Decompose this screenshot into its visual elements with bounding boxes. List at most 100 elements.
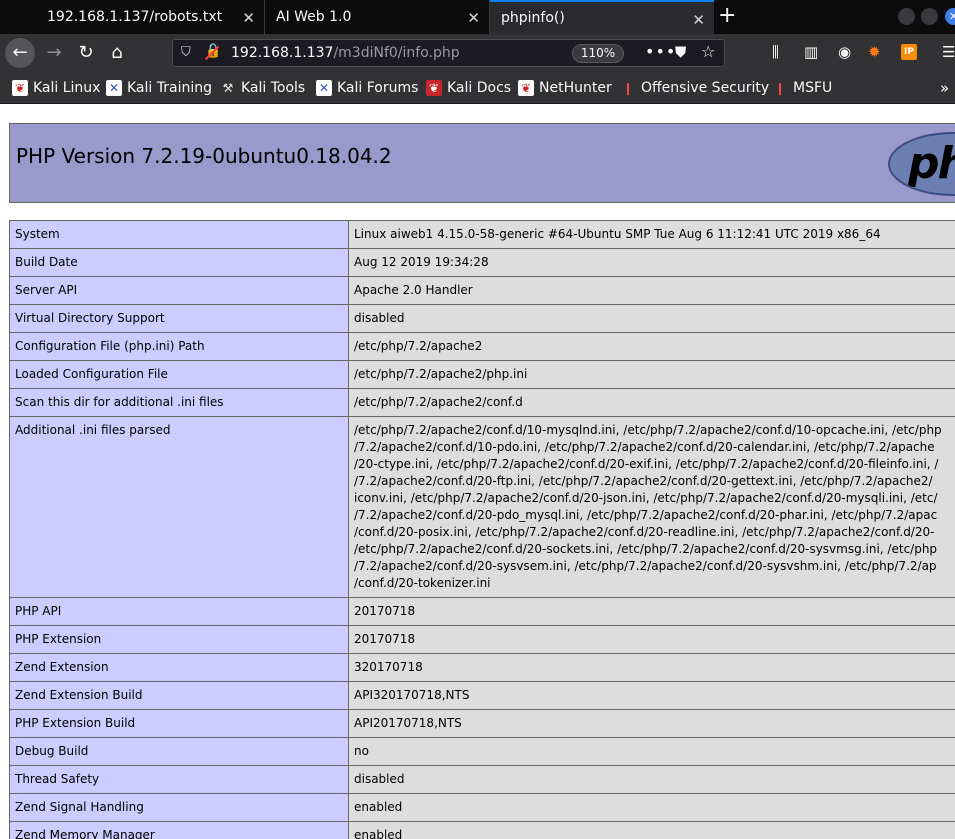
minimize-icon[interactable] (898, 8, 915, 25)
home-icon[interactable]: ⌂ (103, 38, 131, 68)
php-logo[interactable]: php (888, 132, 955, 196)
ip-extension-icon[interactable]: IP (901, 44, 917, 60)
bookmark-msfu[interactable]: ❙ MSFU (772, 80, 832, 96)
url-host: 192.168.1.137 (231, 45, 334, 61)
more-bookmarks-chevron-icon[interactable]: » (940, 79, 949, 97)
shield-icon[interactable]: ⛉ (181, 45, 191, 60)
tab-close-icon[interactable]: ✕ (692, 11, 705, 29)
new-tab-plus-icon[interactable]: + (718, 3, 736, 28)
bookmark-label: Kali Docs (447, 80, 512, 96)
row-value: 20170718 (348, 597, 955, 626)
table-row: Configuration File (php.ini) Path/etc/ph… (9, 332, 955, 361)
url-text[interactable]: 192.168.1.137/m3diNf0/info.php (231, 45, 460, 61)
bookmark-label: Kali Training (127, 80, 212, 96)
tab-ai-web[interactable]: AI Web 1.0 ✕ (265, 0, 490, 34)
table-row: Scan this dir for additional .ini files /… (9, 388, 955, 417)
row-key: System (9, 220, 349, 249)
bookmark-offensive-security[interactable]: ❙ Offensive Security (620, 80, 769, 96)
value-line: iconv.ini, /etc/php/7.2/apache2/conf.d/2… (354, 491, 938, 505)
table-row: Server API Apache 2.0 Handler (9, 276, 955, 305)
table-row: Loaded Configuration File/etc/php/7.2/ap… (9, 360, 955, 389)
table-row: Debug Build no (9, 737, 955, 766)
url-path: /m3diNf0/info.php (333, 45, 460, 61)
kali-dragon-icon: ❦ (12, 80, 28, 96)
maximize-icon[interactable] (921, 8, 938, 25)
url-bar[interactable]: ⛉ 🔓 192.168.1.137/m3diNf0/info.php 110% … (172, 39, 725, 67)
page-content: PHP Version 7.2.19-0ubuntu0.18.04.2 php … (0, 105, 955, 839)
row-value: /etc/php/7.2/apache2/conf.d (348, 388, 955, 417)
account-icon[interactable]: ◉ (838, 43, 851, 61)
table-row: PHP Extension 20170718 (9, 625, 955, 654)
bookmark-label: NetHunter (539, 80, 612, 96)
bookmark-kali-tools[interactable]: ⚒ Kali Tools (220, 80, 306, 96)
table-row: PHP API 20170718 (9, 597, 955, 626)
pocket-icon[interactable]: ⛊ (675, 43, 686, 61)
value-line: /conf.d/20-tokenizer.ini (354, 576, 491, 590)
page-actions-icon[interactable]: ••• (645, 42, 676, 61)
value-line: /7.2/apache2/conf.d/20-pdo_mysql.ini, /e… (354, 508, 938, 522)
bookmark-kali-linux[interactable]: ❦ Kali Linux (12, 80, 100, 96)
bookmark-label: Offensive Security (641, 80, 770, 96)
table-row: Zend Memory Manager enabled (9, 821, 955, 839)
row-value: enabled (348, 793, 955, 822)
table-row: Zend Extension Build API320170718,NTS (9, 681, 955, 710)
table-row: System Linux aiweb1 4.15.0-58-generic #64… (9, 220, 955, 249)
tab-close-icon[interactable]: ✕ (467, 9, 480, 27)
kali-training-icon: ✕ (106, 80, 122, 96)
zoom-level-button[interactable]: 110% (572, 44, 624, 63)
extension-fox-icon[interactable]: ✹ (868, 43, 881, 61)
library-icon[interactable]: ⫼ (772, 43, 779, 61)
sidebar-icon[interactable]: ▥ (804, 43, 818, 61)
kali-forums-icon: ✕ (316, 80, 332, 96)
php-logo-text: php (908, 138, 955, 189)
forward-arrow-icon[interactable]: → (40, 38, 68, 68)
table-row: Zend Signal Handling enabled (9, 793, 955, 822)
row-key: Virtual Directory Support (9, 304, 349, 333)
row-value: 20170718 (348, 625, 955, 654)
row-value: API320170718,NTS (348, 681, 955, 710)
offsec-icon: ❙ (622, 81, 634, 95)
row-key: Loaded Configuration File (9, 360, 349, 389)
insecure-lock-icon[interactable]: 🔓 (205, 44, 221, 59)
table-row: Thread Safety disabled (9, 765, 955, 794)
menu-hamburger-icon[interactable]: ☰ (942, 43, 955, 61)
bookmark-kali-docs[interactable]: ❦ Kali Docs (426, 80, 511, 96)
msfu-icon: ❙ (774, 81, 786, 95)
value-line: /7.2/apache2/conf.d/10-pdo.ini, /etc/php… (354, 440, 935, 454)
row-value: /etc/php/7.2/apache2/php.ini (348, 360, 955, 389)
reload-icon[interactable]: ↻ (72, 38, 100, 68)
row-value: enabled (348, 821, 955, 839)
row-key: Additional .ini files parsed (9, 416, 349, 598)
row-value: 320170718 (348, 653, 955, 682)
bookmark-label: Kali Forums (337, 80, 419, 96)
table-row: Build Date Aug 12 2019 19:34:28 (9, 248, 955, 277)
tab-close-icon[interactable]: ✕ (242, 9, 255, 27)
bookmark-star-icon[interactable]: ☆ (701, 42, 715, 61)
back-arrow-icon[interactable]: ← (5, 38, 35, 68)
tab-strip: 192.168.1.137/robots.txt ✕ AI Web 1.0 ✕ … (0, 0, 955, 34)
close-window-icon[interactable]: ✕ (945, 8, 955, 25)
value-line: /etc/php/7.2/apache2/conf.d/10-mysqlnd.i… (354, 423, 942, 437)
row-key: Build Date (9, 248, 349, 277)
page-title: PHP Version 7.2.19-0ubuntu0.18.04.2 (16, 144, 392, 168)
table-row: Zend Extension 320170718 (9, 653, 955, 682)
tab-robots[interactable]: 192.168.1.137/robots.txt ✕ (36, 0, 265, 34)
row-key: Debug Build (9, 737, 349, 766)
bookmark-nethunter[interactable]: ❦ NetHunter (518, 80, 612, 96)
value-line: /7.2/apache2/conf.d/20-ftp.ini, /etc/php… (354, 474, 933, 488)
row-key: Configuration File (php.ini) Path (9, 332, 349, 361)
row-key: Zend Memory Manager (9, 821, 349, 839)
row-value: Aug 12 2019 19:34:28 (348, 248, 955, 277)
row-value: disabled (348, 765, 955, 794)
bookmark-kali-forums[interactable]: ✕ Kali Forums (316, 80, 418, 96)
bookmark-kali-training[interactable]: ✕ Kali Training (106, 80, 212, 96)
bookmark-label: MSFU (793, 80, 833, 96)
table-row: Virtual Directory Support disabled (9, 304, 955, 333)
value-line: /etc/php/7.2/apache2/conf.d/20-sockets.i… (354, 542, 938, 556)
table-row: Additional .ini files parsed/etc/php/7.2… (9, 416, 955, 598)
row-key: PHP Extension (9, 625, 349, 654)
bookmarks-bar: ❦ Kali Linux ✕ Kali Training ⚒ Kali Tool… (0, 72, 955, 104)
tab-phpinfo[interactable]: phpinfo() ✕ (490, 0, 714, 34)
value-line: /7.2/apache2/conf.d/20-sysvsem.ini, /etc… (354, 559, 937, 573)
php-version-header: PHP Version 7.2.19-0ubuntu0.18.04.2 php (9, 123, 955, 203)
